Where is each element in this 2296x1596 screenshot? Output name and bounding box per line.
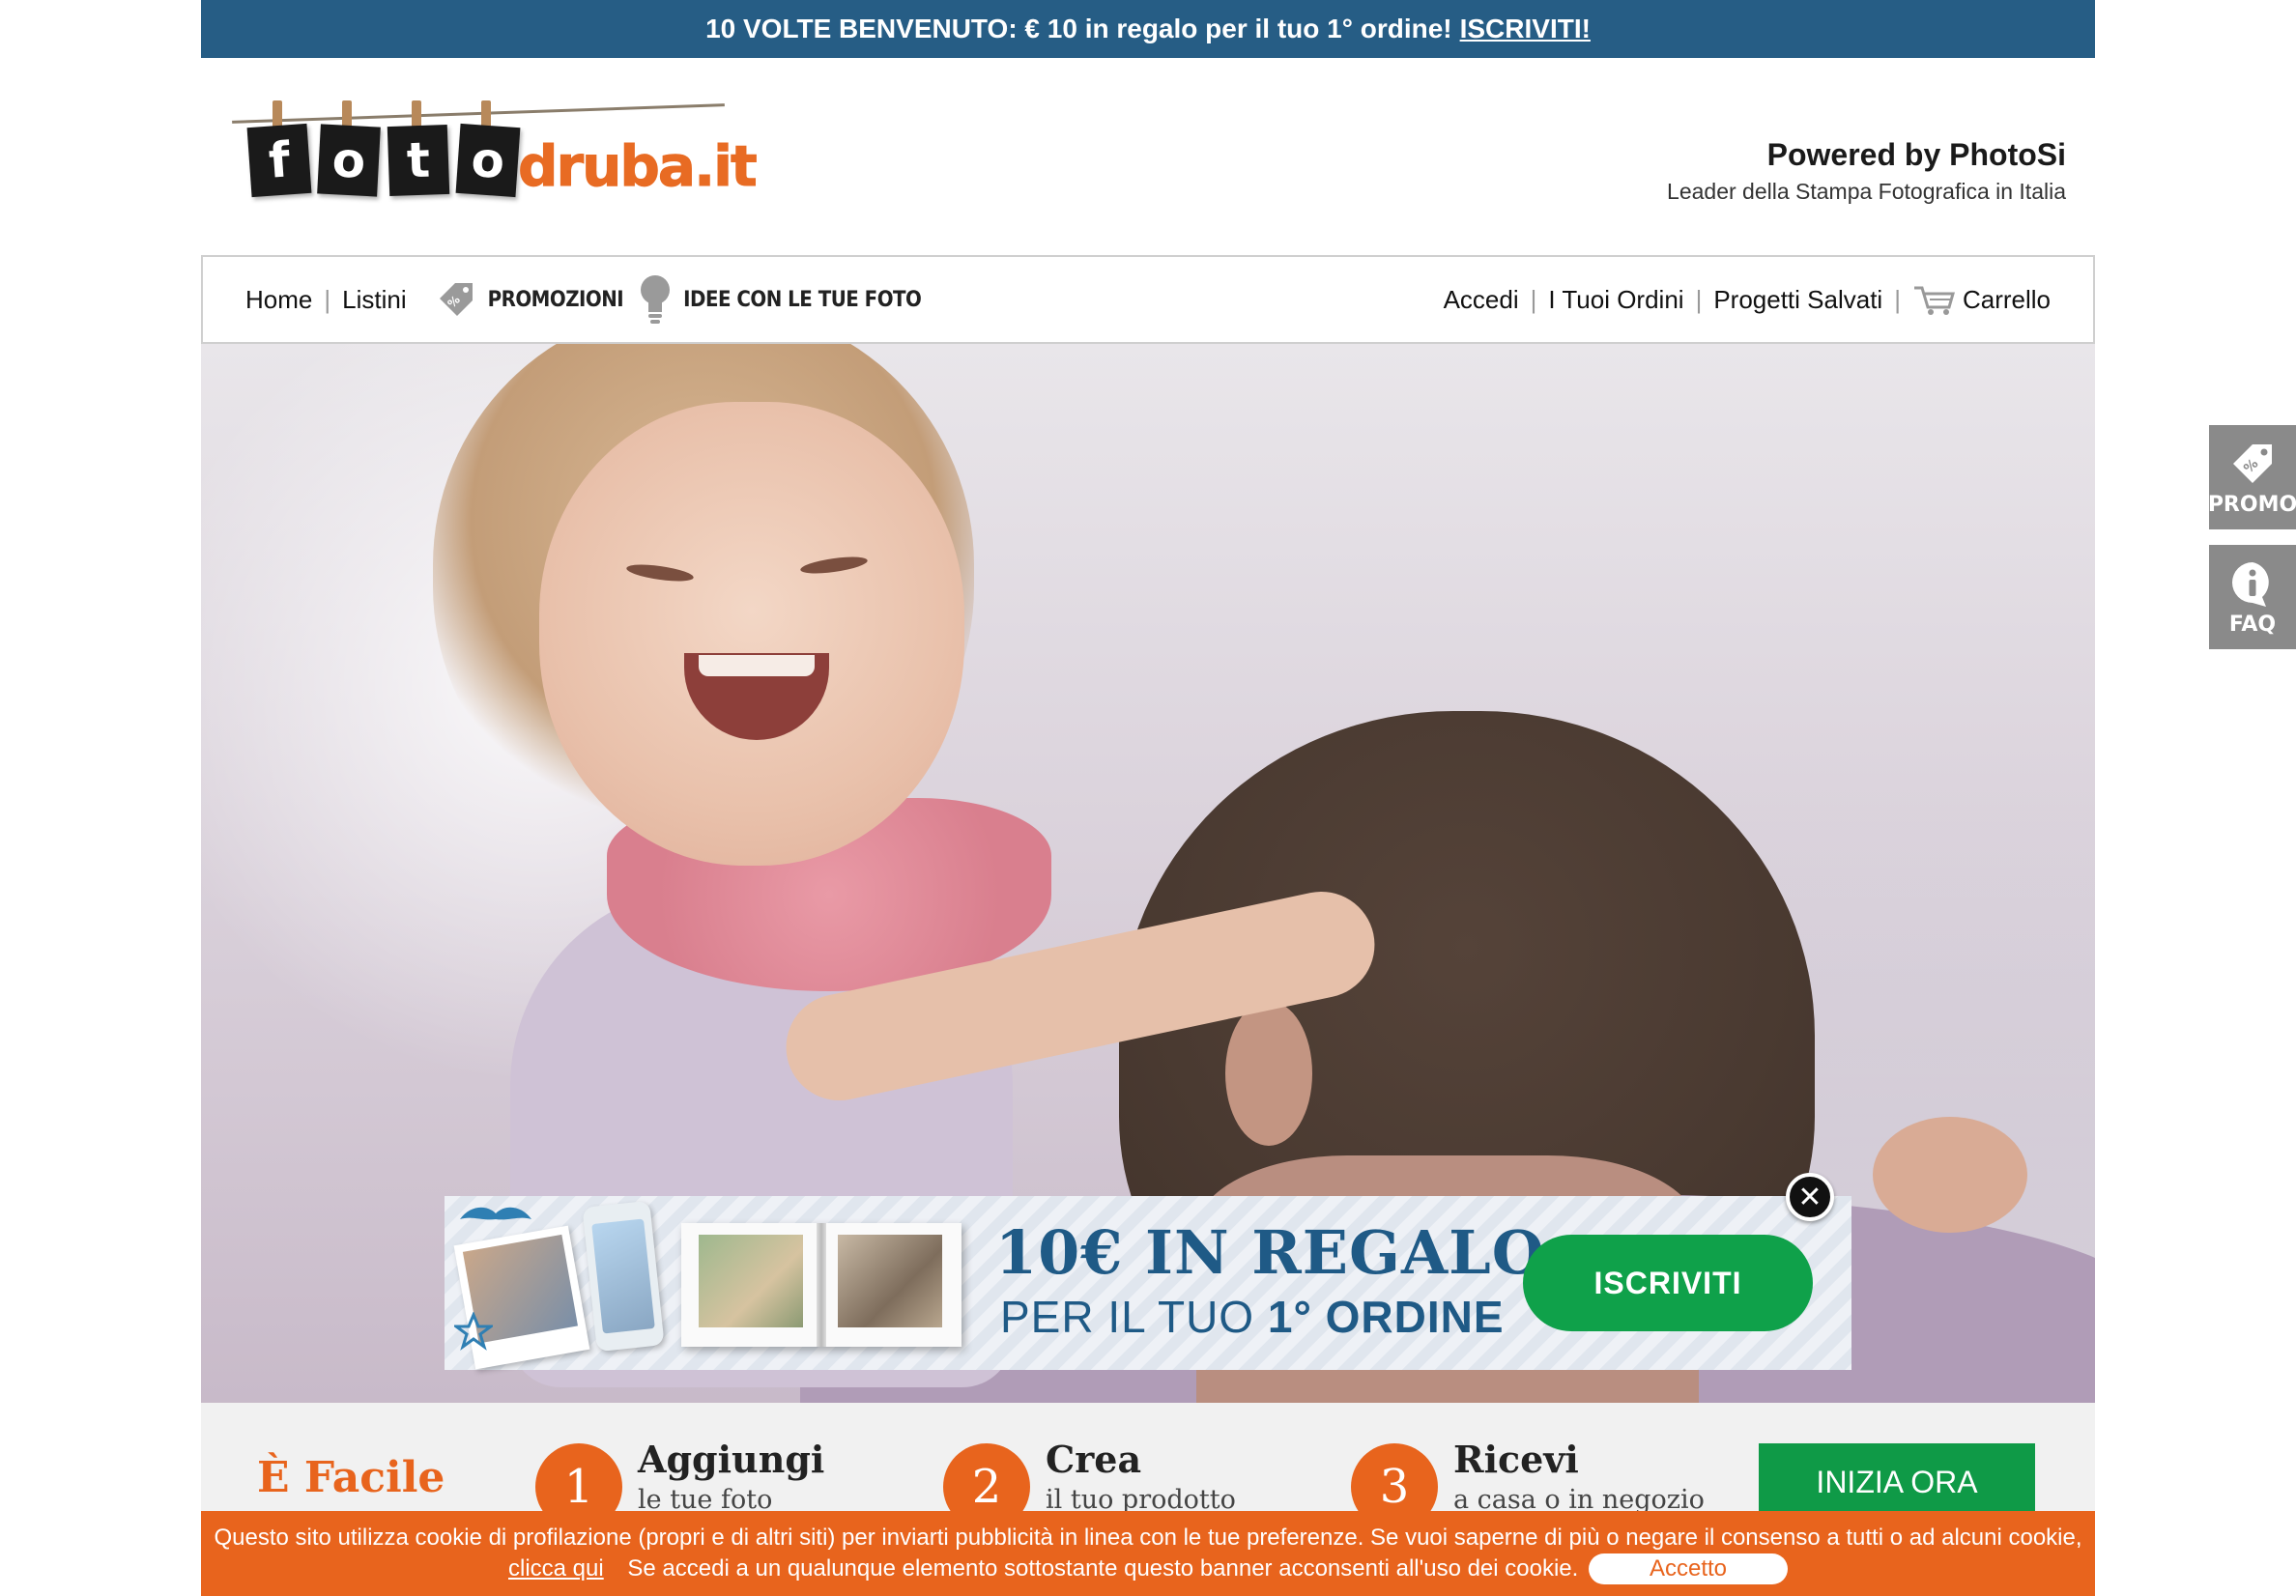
nav-progetti[interactable]: Progetti Salvati	[1713, 285, 1882, 315]
main-nav: Home | Listini % PROMOZIONI IDEE CON LE …	[201, 255, 2095, 344]
logo-tile: f	[246, 123, 312, 198]
cart-icon[interactable]	[1912, 282, 1955, 317]
cookie-info-link[interactable]: clicca qui	[508, 1555, 604, 1582]
cookie-text: Questo sito utilizza cookie di profilazi…	[214, 1525, 2082, 1551]
tag-icon: %	[2233, 443, 2272, 483]
step-title: Aggiungi	[638, 1438, 825, 1481]
nav-separator: |	[1695, 284, 1703, 314]
side-promo-button[interactable]: % PROMO	[2207, 425, 2296, 529]
logo-wordmark: druba.it	[518, 133, 759, 200]
hero-man-ear	[1225, 1001, 1312, 1146]
nav-ordini[interactable]: I Tuoi Ordini	[1548, 285, 1683, 315]
close-icon[interactable]: ✕	[1786, 1173, 1834, 1221]
powered-by-tagline: Leader della Stampa Fotografica in Itali…	[1667, 179, 2066, 204]
mustache-icon	[460, 1207, 531, 1220]
promo-photobook	[681, 1223, 961, 1347]
step-title: Crea	[1046, 1438, 1142, 1481]
nav-promozioni-label: PROMOZIONI	[487, 287, 624, 312]
welcome-signup-link[interactable]: ISCRIVITI!	[1460, 14, 1591, 44]
nav-carrello[interactable]: Carrello	[1963, 285, 2051, 315]
logo-clothesline	[232, 103, 725, 124]
side-faq-label: FAQ	[2228, 612, 2277, 637]
side-promo-label: PROMO	[2207, 492, 2296, 517]
promo-signup-button[interactable]: ISCRIVITI	[1523, 1235, 1813, 1331]
logo-tile: o	[455, 123, 521, 198]
nav-separator: |	[1530, 284, 1537, 314]
how-it-works-title: È Facile	[257, 1453, 445, 1502]
welcome-promo-text: 10 VOLTE BENVENUTO: € 10 in regalo per i…	[705, 14, 1452, 43]
info-icon	[2232, 561, 2269, 607]
powered-by-block: Powered by PhotoSi Leader della Stampa F…	[1667, 137, 2066, 205]
cookie-consent-text: Se accedi a un qualunque elemento sottos…	[627, 1555, 1579, 1582]
nav-separator: |	[324, 284, 331, 314]
promo-subline: PER IL TUO 1° ORDINE	[1000, 1292, 1505, 1342]
star-icon	[454, 1312, 493, 1351]
lightbulb-icon	[641, 275, 671, 324]
powered-by-title: Powered by PhotoSi	[1766, 137, 2066, 172]
nav-promozioni[interactable]: % PROMOZIONI	[407, 277, 624, 322]
logo-tile: o	[317, 124, 381, 197]
start-now-button[interactable]: INIZIA ORA	[1759, 1443, 2035, 1521]
site-logo[interactable]: f o t o druba.it	[228, 97, 758, 213]
nav-separator: |	[1894, 284, 1901, 314]
nav-idee[interactable]: IDEE CON LE TUE FOTO	[623, 273, 922, 326]
hero-girl-face	[539, 402, 964, 866]
nav-accedi[interactable]: Accedi	[1444, 285, 1519, 315]
tag-icon: %	[439, 283, 473, 316]
promo-headline: 10€ IN REGALO	[995, 1217, 1545, 1288]
nav-listini[interactable]: Listini	[342, 285, 406, 315]
nav-idee-label: IDEE CON LE TUE FOTO	[683, 287, 922, 312]
welcome-promo-bar: 10 VOLTE BENVENUTO: € 10 in regalo per i…	[201, 0, 2095, 58]
cookie-banner: Questo sito utilizza cookie di profilazi…	[201, 1511, 2095, 1596]
signup-promo-banner[interactable]: 10€ IN REGALO PER IL TUO 1° ORDINE ISCRI…	[445, 1196, 1851, 1370]
promo-phone-cover	[582, 1200, 665, 1353]
cookie-accept-button[interactable]: Accetto	[1589, 1553, 1788, 1584]
step-title: Ricevi	[1453, 1438, 1579, 1481]
side-faq-button[interactable]: FAQ	[2209, 545, 2296, 649]
nav-home[interactable]: Home	[245, 285, 312, 315]
logo-tile: t	[387, 124, 450, 197]
